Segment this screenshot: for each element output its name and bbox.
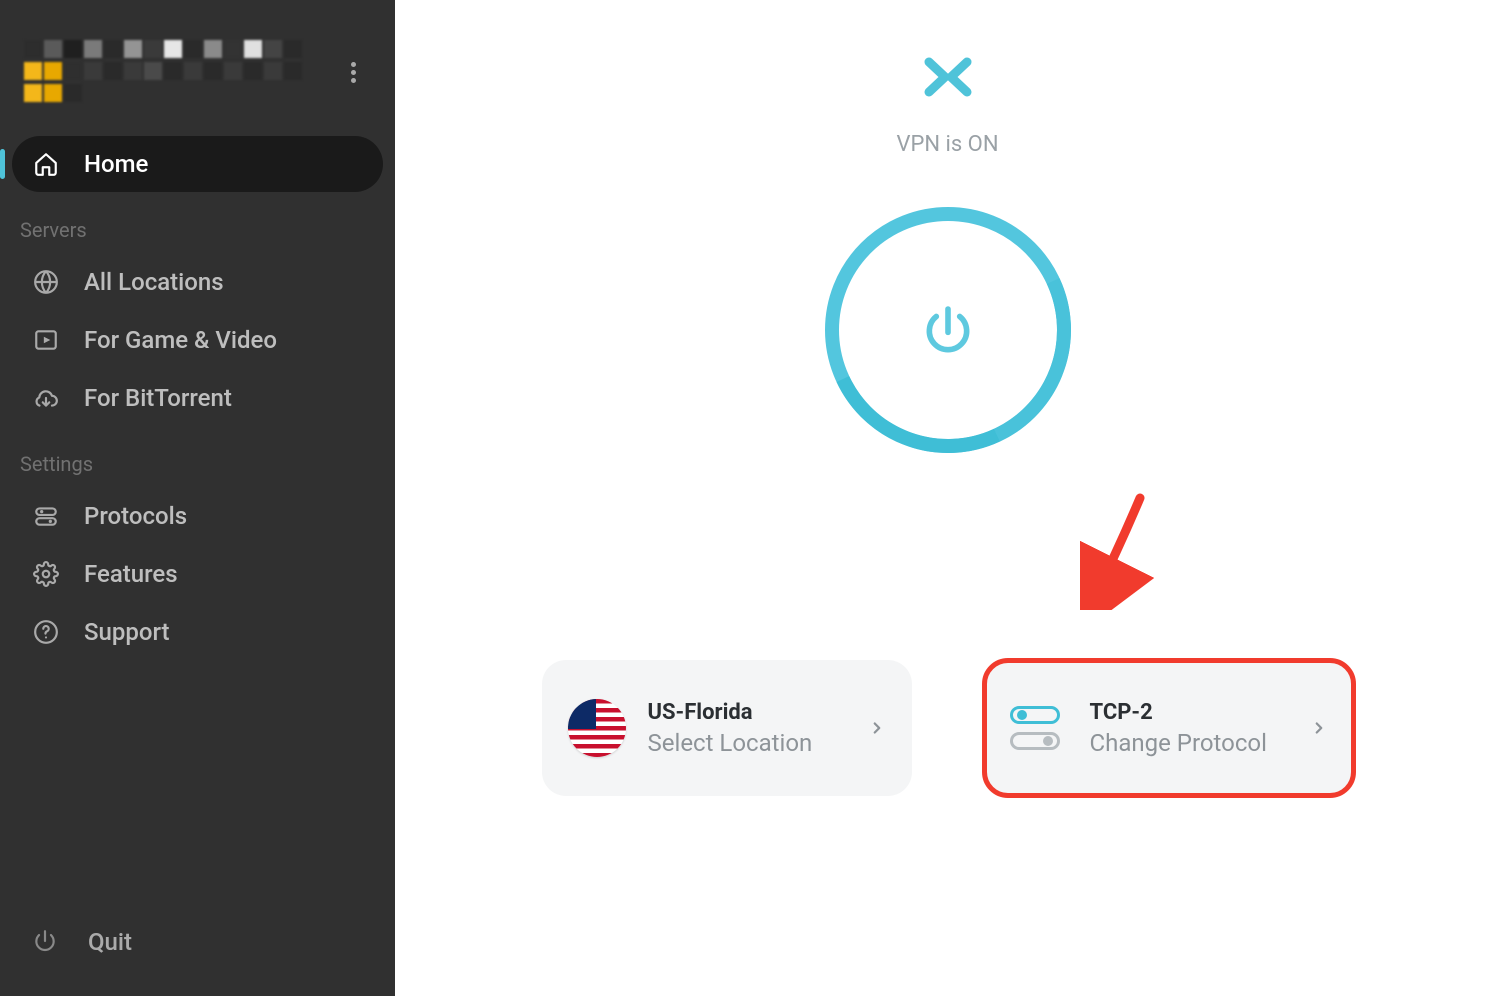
- sidebar-item-quit[interactable]: Quit: [0, 908, 395, 996]
- chevron-right-icon: [1310, 719, 1328, 737]
- app-logo-icon: [923, 54, 973, 104]
- nav-settings: Protocols Features Support: [0, 486, 395, 662]
- sidebar-item-protocols[interactable]: Protocols: [12, 488, 383, 544]
- sidebar: Home Servers All Locations For Game & Vi…: [0, 0, 395, 996]
- brand-logo-obscured: [24, 40, 314, 104]
- power-icon: [32, 928, 60, 956]
- protocol-title: TCP-2: [1090, 700, 1288, 725]
- globe-icon: [32, 268, 60, 296]
- sidebar-item-label: For BitTorrent: [84, 384, 232, 412]
- more-menu-button[interactable]: [341, 60, 365, 84]
- power-icon: [920, 302, 976, 358]
- protocol-toggles-icon: [1010, 699, 1068, 757]
- us-flag-icon: [568, 699, 626, 757]
- gear-icon: [32, 560, 60, 588]
- help-circle-icon: [32, 618, 60, 646]
- card-text-block: TCP-2 Change Protocol: [1090, 700, 1288, 757]
- card-text-block: US-Florida Select Location: [648, 700, 846, 757]
- play-square-icon: [32, 326, 60, 354]
- home-icon: [32, 150, 60, 178]
- chevron-right-icon: [868, 719, 886, 737]
- sidebar-item-label: Home: [84, 150, 148, 178]
- section-header-settings: Settings: [0, 428, 395, 486]
- protocol-subtitle: Change Protocol: [1090, 729, 1288, 757]
- bottom-cards: US-Florida Select Location TCP-2 Change …: [395, 660, 1500, 796]
- vpn-toggle-button[interactable]: [825, 207, 1071, 453]
- sidebar-item-game-video[interactable]: For Game & Video: [12, 312, 383, 368]
- sidebar-item-label: Quit: [88, 928, 132, 956]
- sidebar-item-label: For Game & Video: [84, 326, 277, 354]
- sidebar-item-label: Features: [84, 560, 178, 588]
- cloud-download-icon: [32, 384, 60, 412]
- protocol-card[interactable]: TCP-2 Change Protocol: [984, 660, 1354, 796]
- sidebar-item-all-locations[interactable]: All Locations: [12, 254, 383, 310]
- location-title: US-Florida: [648, 700, 846, 725]
- sidebar-item-home[interactable]: Home: [12, 136, 383, 192]
- sidebar-item-label: Protocols: [84, 502, 187, 530]
- nav-primary: Home: [0, 134, 395, 194]
- main-panel: VPN is ON US-Florida Select Location: [395, 0, 1500, 996]
- toggles-icon: [32, 502, 60, 530]
- section-header-servers: Servers: [0, 194, 395, 252]
- sidebar-item-label: Support: [84, 618, 170, 646]
- location-card[interactable]: US-Florida Select Location: [542, 660, 912, 796]
- sidebar-item-bittorrent[interactable]: For BitTorrent: [12, 370, 383, 426]
- sidebar-item-support[interactable]: Support: [12, 604, 383, 660]
- location-subtitle: Select Location: [648, 729, 846, 757]
- annotation-arrow-icon: [1080, 490, 1160, 610]
- sidebar-header: [0, 0, 395, 134]
- nav-servers: All Locations For Game & Video For BitTo…: [0, 252, 395, 428]
- sidebar-item-label: All Locations: [84, 268, 224, 296]
- sidebar-item-features[interactable]: Features: [12, 546, 383, 602]
- vpn-status-text: VPN is ON: [896, 132, 998, 157]
